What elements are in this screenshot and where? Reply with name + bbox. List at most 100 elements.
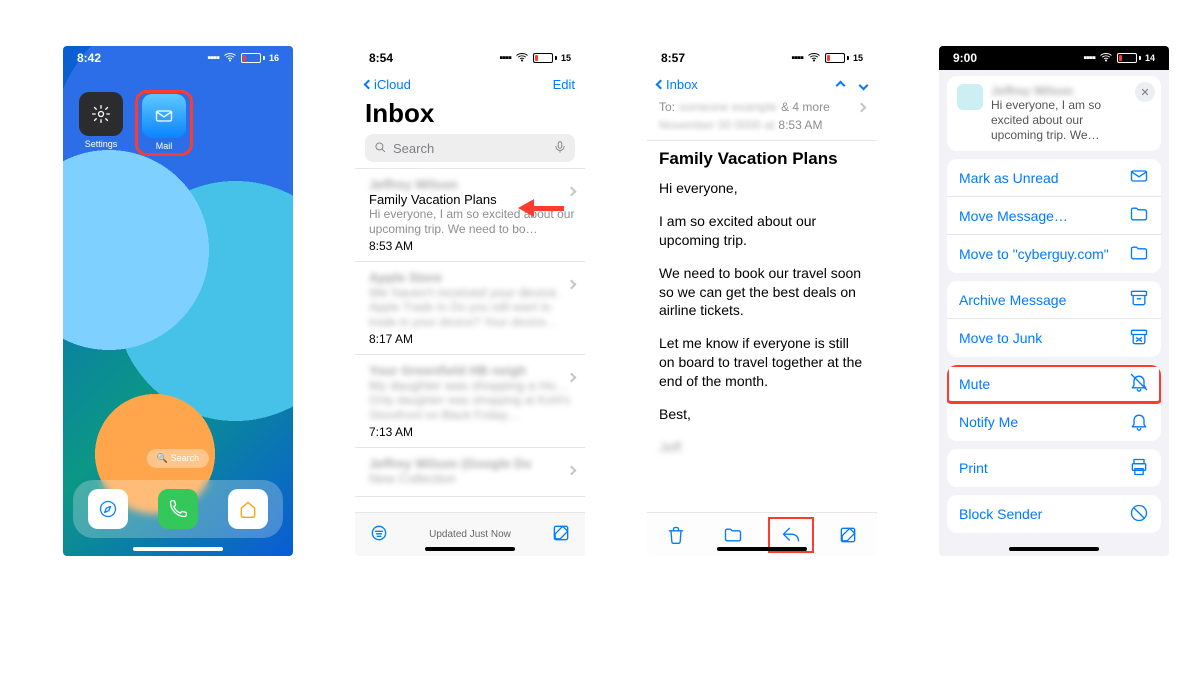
message-header-date: November 00 0000 at 8:53 AM — [647, 116, 877, 134]
avatar — [957, 84, 983, 110]
bell-icon — [1129, 411, 1149, 434]
to-label: To: — [659, 100, 675, 114]
battery-icon: 14 — [1117, 53, 1155, 63]
sheet-item-label: Block Sender — [959, 506, 1042, 522]
sheet-item-move-message[interactable]: Move Message… — [947, 197, 1161, 235]
print-icon — [1129, 457, 1149, 480]
sheet-group: Print — [947, 449, 1161, 487]
next-message-button[interactable] — [860, 77, 867, 92]
dock — [73, 480, 283, 538]
mail-app[interactable]: Mail — [137, 92, 191, 154]
signal-icon: ▪▪▪▪ — [207, 52, 219, 64]
sheet-item-label: Mark as Unread — [959, 170, 1059, 186]
sheet-item-label: Move to Junk — [959, 330, 1042, 346]
edit-button[interactable]: Edit — [553, 77, 575, 92]
back-button[interactable]: iCloud — [365, 77, 411, 92]
search-input[interactable]: Search — [365, 134, 575, 162]
battery-icon: 15 — [533, 53, 571, 63]
close-icon: ✕ — [1140, 86, 1149, 99]
close-button[interactable]: ✕ — [1135, 82, 1155, 102]
sheet-item-block-sender[interactable]: Block Sender — [947, 495, 1161, 533]
message-paragraph: I am so excited about our upcoming trip. — [659, 212, 865, 250]
home-indicator[interactable] — [425, 547, 515, 551]
status-bar: 8:57 ▪▪▪▪ 15 — [647, 46, 877, 70]
message-preview: Apple Trade In Do you still want to trad… — [369, 300, 575, 330]
chevron-right-icon — [568, 183, 575, 198]
home-indicator[interactable] — [133, 547, 223, 551]
search-pill-label: Search — [171, 453, 200, 463]
preview-sender: Jeffrey Wilson — [991, 84, 1131, 98]
sheet-item-mark-as-unread[interactable]: Mark as Unread — [947, 159, 1161, 197]
sheet-item-label: Notify Me — [959, 414, 1018, 430]
junk-icon — [1129, 327, 1149, 350]
search-icon: 🔍 — [157, 453, 168, 463]
sheet-item-move-to-cyberguy-com[interactable]: Move to "cyberguy.com" — [947, 235, 1161, 273]
status-bar: 9:00 ▪▪▪▪ 14 — [939, 46, 1169, 70]
sheet-item-notify-me[interactable]: Notify Me — [947, 403, 1161, 441]
reply-button[interactable] — [771, 520, 811, 550]
battery-percent: 15 — [561, 53, 571, 63]
mic-icon[interactable] — [553, 140, 567, 157]
chevron-left-icon — [656, 79, 666, 89]
sheet-item-print[interactable]: Print — [947, 449, 1161, 487]
home-indicator[interactable] — [1009, 547, 1099, 551]
settings-app[interactable]: Settings — [79, 92, 123, 154]
move-button[interactable] — [713, 520, 753, 550]
folder-icon — [1129, 243, 1149, 266]
sheet-group: Mark as Unread Move Message… Move to "cybe… — [947, 159, 1161, 273]
home-search-pill[interactable]: 🔍 Search — [147, 449, 209, 468]
message-header-to[interactable]: To: someone example & 4 more — [647, 98, 877, 116]
list-item[interactable]: Jeffrey WilsonFamily Vacation PlansHi ev… — [355, 169, 585, 262]
gear-icon — [79, 92, 123, 136]
nav-bar: Inbox — [647, 70, 877, 98]
status-time: 8:54 — [369, 51, 393, 65]
compose-button[interactable] — [551, 523, 571, 546]
message-sender: Apple Store — [369, 270, 575, 285]
back-button[interactable]: Inbox — [657, 77, 698, 92]
home-app[interactable] — [228, 489, 268, 529]
sheet-item-label: Move to "cyberguy.com" — [959, 246, 1109, 262]
message-paragraph: We need to book our travel soon so we ca… — [659, 264, 865, 321]
folder-icon — [1129, 204, 1149, 227]
bell-slash-icon — [1129, 372, 1149, 395]
message-subject: New Collection — [369, 471, 575, 486]
envelope-icon — [142, 94, 186, 138]
status-time: 8:57 — [661, 51, 685, 65]
battery-percent: 16 — [269, 53, 279, 63]
message-paragraph: Hi everyone, — [659, 179, 865, 198]
message-date: 8:53 AM — [778, 118, 822, 132]
sheet-item-mute[interactable]: Mute — [947, 365, 1161, 403]
message-subject: We haven't received your device. — [369, 285, 575, 300]
phone-app[interactable] — [158, 489, 198, 529]
sheet-message-preview[interactable]: Jeffrey Wilson Hi everyone, I am so exci… — [947, 76, 1161, 151]
filter-button[interactable] — [369, 523, 389, 546]
screenshot-message: 8:57 ▪▪▪▪ 15 Inbox — [647, 46, 877, 556]
sheet-item-archive-message[interactable]: Archive Message — [947, 281, 1161, 319]
sheet-item-move-to-junk[interactable]: Move to Junk — [947, 319, 1161, 357]
recipient-redacted: someone example — [679, 100, 777, 114]
list-item[interactable]: Apple StoreWe haven't received your devi… — [355, 262, 585, 355]
block-icon — [1129, 503, 1149, 526]
message-time: 8:53 AM — [369, 239, 575, 253]
page-title: Inbox — [355, 98, 585, 129]
sheet-item-label: Print — [959, 460, 988, 476]
safari-app[interactable] — [88, 489, 128, 529]
signature-redacted: Jeff — [659, 438, 865, 457]
sheet-group: Block Sender — [947, 495, 1161, 533]
list-item[interactable]: Your Greenfield HB neighMy daughter was … — [355, 355, 585, 448]
home-indicator[interactable] — [717, 547, 807, 551]
toolbar-status: Updated Just Now — [429, 529, 511, 540]
divider — [647, 140, 877, 141]
status-bar: 8:42 ▪▪▪▪ 16 — [63, 46, 293, 70]
chevron-left-icon — [364, 79, 374, 89]
message-subject: Family Vacation Plans — [659, 149, 865, 169]
chevron-right-icon — [568, 369, 575, 384]
battery-percent: 14 — [1145, 53, 1155, 63]
message-paragraph: Let me know if everyone is still on boar… — [659, 334, 865, 391]
message-time: 8:17 AM — [369, 332, 575, 346]
prev-message-button[interactable] — [837, 77, 844, 92]
list-item[interactable]: Jeffrey Wilson (Google DoNew Collection — [355, 448, 585, 497]
trash-button[interactable] — [656, 520, 696, 550]
sheet-item-label: Mute — [959, 376, 990, 392]
compose-button[interactable] — [828, 520, 868, 550]
